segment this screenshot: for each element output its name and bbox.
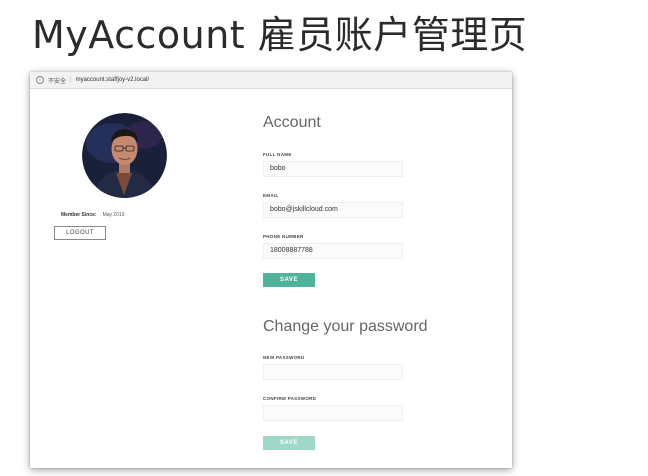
account-save-button[interactable]: SAVE	[263, 273, 315, 287]
password-save-button[interactable]: SAVE	[263, 436, 315, 450]
member-since-label: Member Since:	[61, 212, 97, 218]
email-field[interactable]: bobo@jskillcloud.com	[263, 202, 403, 218]
security-label: 不安全	[48, 78, 67, 85]
full-name-label: FULL NAME	[263, 152, 292, 157]
confirm-password-field[interactable]	[263, 405, 403, 421]
new-password-label: NEW PASSWORD	[263, 355, 305, 360]
full-name-field[interactable]: bobo	[263, 161, 403, 177]
info-icon[interactable]: i	[36, 76, 44, 84]
confirm-password-label: CONFIRM PASSWORD	[263, 396, 317, 401]
separator: |	[70, 77, 72, 83]
new-password-field[interactable]	[263, 364, 403, 380]
browser-window: i 不安全 | myaccount.staffjoy-v2.local/ Mem…	[30, 72, 512, 468]
member-since-value: May 2019	[102, 212, 125, 218]
url-text[interactable]: myaccount.staffjoy-v2.local/	[76, 77, 150, 83]
password-title: Change your password	[263, 318, 428, 335]
member-since: Member Since: May 2019	[61, 212, 125, 218]
logout-button[interactable]: LOGOUT	[54, 226, 106, 240]
address-bar[interactable]: i 不安全 | myaccount.staffjoy-v2.local/	[30, 72, 512, 89]
account-title: Account	[263, 114, 321, 131]
phone-label: PHONE NUMBER	[263, 234, 304, 239]
phone-field[interactable]: 18008887788	[263, 243, 403, 259]
email-label: EMAIL	[263, 193, 279, 198]
slide-title: MyAccount 雇员账户管理页	[32, 13, 528, 57]
avatar	[82, 113, 167, 198]
